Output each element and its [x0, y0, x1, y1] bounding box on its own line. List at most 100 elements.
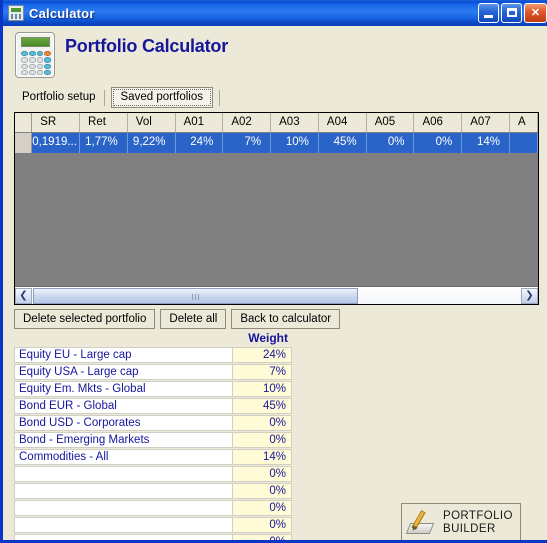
- asset-weight: 10%: [232, 381, 292, 397]
- weight-column-header: Weight: [248, 331, 288, 345]
- minimize-button[interactable]: [478, 3, 499, 23]
- asset-weight: 0%: [232, 517, 292, 533]
- asset-weight: 0%: [232, 483, 292, 499]
- tab-portfolio-setup[interactable]: Portfolio setup: [14, 87, 105, 108]
- cell-vol[interactable]: 9,22%: [127, 133, 176, 153]
- window-title: Calculator: [29, 5, 95, 21]
- tab-label: Saved portfolios: [120, 91, 203, 103]
- weights-row: Bond EUR - Global 45%: [14, 398, 292, 414]
- asset-name: [14, 483, 232, 499]
- scroll-right-icon[interactable]: ❯: [521, 287, 538, 304]
- calculator-illustration-icon: [15, 32, 55, 78]
- calculator-icon: [8, 5, 24, 21]
- asset-name: Equity EU - Large cap: [14, 347, 232, 363]
- maximize-button[interactable]: [501, 3, 522, 23]
- tab-saved-portfolios[interactable]: Saved portfolios: [110, 87, 221, 108]
- close-button[interactable]: ✕: [524, 3, 547, 23]
- close-icon: ✕: [530, 6, 541, 19]
- asset-weight: 0%: [232, 500, 292, 516]
- asset-weight: 7%: [232, 364, 292, 380]
- tab-label: Portfolio setup: [22, 91, 96, 103]
- cell-sr[interactable]: 0,1919...: [32, 133, 80, 153]
- grid-corner-cell[interactable]: [15, 113, 33, 132]
- cell-a05[interactable]: 0%: [366, 133, 415, 153]
- weights-row: Equity EU - Large cap 24%: [14, 347, 292, 363]
- weights-row: 0%: [14, 483, 292, 499]
- asset-weight: 0%: [232, 432, 292, 448]
- asset-weight: 14%: [232, 449, 292, 465]
- cell-a07[interactable]: 14%: [462, 133, 510, 153]
- grid-horizontal-scrollbar[interactable]: ❮ ❯: [15, 286, 538, 304]
- weights-table: Weight Equity EU - Large cap 24% Equity …: [14, 331, 292, 540]
- asset-name: [14, 534, 232, 540]
- asset-weight: 0%: [232, 415, 292, 431]
- weights-row: Bond USD - Corporates 0%: [14, 415, 292, 431]
- row-selector-cell[interactable]: [15, 133, 33, 153]
- cell-a02[interactable]: 7%: [223, 133, 272, 153]
- asset-weight: 24%: [232, 347, 292, 363]
- weights-row: Equity Em. Mkts - Global 10%: [14, 381, 292, 397]
- cell-a03[interactable]: 10%: [271, 133, 319, 153]
- weights-row: Equity USA - Large cap 7%: [14, 364, 292, 380]
- grid-empty-area: [15, 153, 538, 287]
- tab-strip: Portfolio setup Saved portfolios: [14, 86, 221, 108]
- calculator-keys: [21, 51, 51, 75]
- scrollbar-track[interactable]: [32, 287, 521, 304]
- asset-weight: 0%: [232, 534, 292, 540]
- scrollbar-thumb[interactable]: [33, 287, 358, 304]
- weights-row: 0%: [14, 500, 292, 516]
- action-button-row: Delete selected portfolio Delete all Bac…: [14, 309, 341, 329]
- grid-column-header-a06[interactable]: A06: [414, 113, 463, 132]
- grid-column-header-sr[interactable]: SR: [32, 113, 81, 132]
- window-controls: ✕: [478, 3, 547, 23]
- asset-name: Equity USA - Large cap: [14, 364, 232, 380]
- grid-header-row: SR Ret Vol A01 A02 A03 A04 A05 A06 A07 A: [15, 113, 538, 132]
- asset-name: Bond - Emerging Markets: [14, 432, 232, 448]
- grid-column-header-a01[interactable]: A01: [175, 113, 224, 132]
- asset-name: [14, 500, 232, 516]
- cell-a04[interactable]: 45%: [318, 133, 367, 153]
- weights-row: Commodities - All 14%: [14, 449, 292, 465]
- grid-column-header-a08[interactable]: A: [510, 113, 538, 132]
- grid-column-header-a03[interactable]: A03: [271, 113, 319, 132]
- page-title: Portfolio Calculator: [65, 36, 229, 56]
- grid-column-header-a05[interactable]: A05: [366, 113, 415, 132]
- grid-column-header-ret[interactable]: Ret: [80, 113, 128, 132]
- grid-data-row[interactable]: 0,1919... 1,77% 9,22% 24% 7% 10% 45% 0% …: [15, 133, 538, 153]
- grid-column-header-vol[interactable]: Vol: [127, 113, 176, 132]
- weights-row: 0%: [14, 534, 292, 540]
- calculator-display: [21, 37, 50, 47]
- back-to-calculator-button[interactable]: Back to calculator: [231, 309, 341, 329]
- asset-weight: 45%: [232, 398, 292, 414]
- calculator-window: Calculator ✕ Portfolio Calculator Portfo…: [0, 0, 547, 543]
- asset-name: Commodities - All: [14, 449, 232, 465]
- delete-selected-portfolio-button[interactable]: Delete selected portfolio: [14, 309, 156, 329]
- weights-row: Bond - Emerging Markets 0%: [14, 432, 292, 448]
- maximize-icon: [507, 8, 517, 17]
- minimize-icon: [484, 15, 493, 18]
- asset-name: Bond USD - Corporates: [14, 415, 232, 431]
- cell-ret[interactable]: 1,77%: [79, 133, 128, 153]
- pencil-notepad-icon: [405, 509, 437, 537]
- asset-name: Bond EUR - Global: [14, 398, 232, 414]
- delete-all-button[interactable]: Delete all: [160, 309, 227, 329]
- grid-column-header-a07[interactable]: A07: [462, 113, 511, 132]
- saved-portfolios-grid: SR Ret Vol A01 A02 A03 A04 A05 A06 A07 A…: [14, 112, 539, 305]
- cell-a08[interactable]: [510, 133, 538, 153]
- asset-name: [14, 466, 232, 482]
- portfolio-builder-label: PORTFOLIO BUILDER: [443, 509, 513, 535]
- cell-a06[interactable]: 0%: [414, 133, 463, 153]
- asset-name: Equity Em. Mkts - Global: [14, 381, 232, 397]
- portfolio-builder-button[interactable]: PORTFOLIO BUILDER: [401, 503, 521, 540]
- weights-table-header: Weight: [14, 331, 292, 347]
- grid-column-header-a02[interactable]: A02: [223, 113, 272, 132]
- cell-a01[interactable]: 24%: [175, 133, 224, 153]
- weights-row: 0%: [14, 517, 292, 533]
- scroll-left-icon[interactable]: ❮: [15, 287, 32, 304]
- client-area: Portfolio Calculator Portfolio setup Sav…: [6, 26, 547, 540]
- window-title-bar: Calculator ✕: [3, 0, 547, 26]
- asset-name: [14, 517, 232, 533]
- grid-column-header-a04[interactable]: A04: [318, 113, 367, 132]
- asset-weight: 0%: [232, 466, 292, 482]
- weights-row: 0%: [14, 466, 292, 482]
